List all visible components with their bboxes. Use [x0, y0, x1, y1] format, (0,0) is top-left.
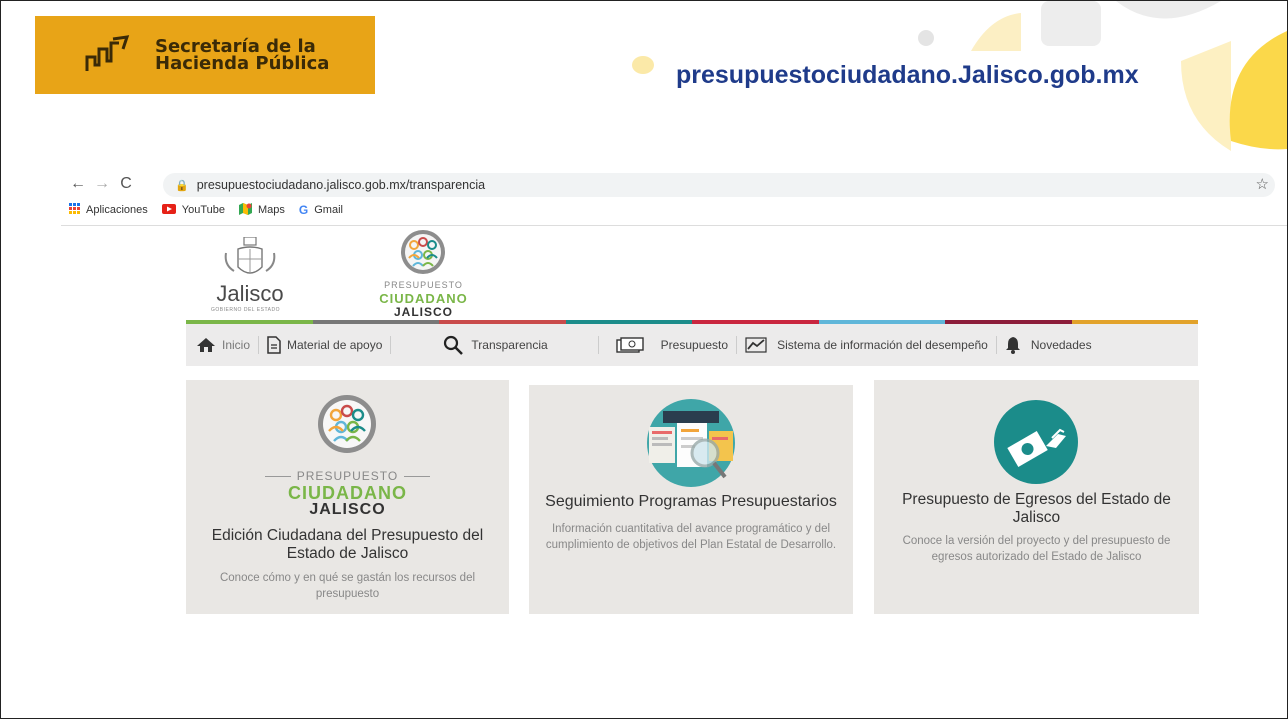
monitoring-dashboard-icon [647, 399, 735, 487]
bookmark-apps-label: Aplicaciones [86, 204, 148, 216]
presupuesto-ciudadano-logo[interactable]: PRESUPUESTO CIUDADANO JALISCO [356, 228, 491, 320]
menu-item-presupuesto-label: Presupuesto [660, 338, 729, 352]
jalisco-logo[interactable]: Jalisco GOBIERNO DEL ESTADO [203, 237, 293, 317]
menu-item-material-label: Material de apoyo [287, 338, 383, 352]
jalisco-logo-word: Jalisco [216, 281, 284, 306]
bookmark-maps-label: Maps [258, 204, 285, 216]
bookmark-youtube[interactable]: YouTube [161, 203, 225, 217]
menu-item-transparencia[interactable]: Transparencia [443, 324, 548, 366]
money-icon [615, 337, 644, 353]
lock-icon: 🔒 [175, 179, 189, 192]
google-icon: G [298, 203, 309, 217]
card-title: Seguimiento Programas Presupuestarios [545, 493, 837, 510]
menu-separator [736, 336, 738, 354]
jalisco-logo-sub: GOBIERNO DEL ESTADO [211, 307, 280, 313]
slide-frame: Secretaría de la Hacienda Pública presup… [0, 0, 1288, 719]
bookmark-gmail-label: Gmail [314, 204, 343, 216]
menu-item-transparencia-label: Transparencia [471, 338, 548, 352]
bell-icon [1005, 337, 1020, 354]
chrome-divider [61, 225, 1287, 226]
bookmark-apps[interactable]: Aplicaciones [69, 203, 148, 217]
pc-logo-line3: JALISCO [393, 305, 453, 319]
bookmark-youtube-label: YouTube [181, 204, 225, 216]
card-title: Presupuesto de Egresos del Estado de Jal… [902, 491, 1171, 526]
reload-icon[interactable]: C [114, 175, 138, 193]
bookmark-maps[interactable]: Maps [239, 202, 285, 218]
bookmarks-bar: Aplicaciones YouTube Maps G Gmail [69, 201, 357, 219]
card-description: Conoce cómo y en qué se gastán los recur… [219, 572, 476, 600]
card-edicion-ciudadana[interactable]: PRESUPUESTO CIUDADANO JALISCO Edición Ci… [186, 380, 509, 614]
address-text[interactable]: presupuestociudadano.jalisco.gob.mx/tran… [197, 178, 485, 192]
apps-grid-icon [69, 203, 80, 217]
menu-item-novedades-label: Novedades [1030, 338, 1092, 352]
money-hand-icon [994, 400, 1078, 484]
card-title: Edición Ciudadana del Presupuesto del Es… [211, 527, 484, 562]
card-egresos[interactable]: Presupuesto de Egresos del Estado de Jal… [874, 380, 1199, 614]
card-seguimiento[interactable]: Seguimiento Programas Presupuestarios In… [529, 385, 853, 614]
menu-separator [597, 336, 599, 354]
growth-chart-icon [85, 35, 130, 71]
site-url-heading: presupuestociudadano.Jalisco.gob.mx [676, 61, 1139, 89]
home-icon [197, 338, 215, 352]
people-circle-icon [318, 395, 376, 453]
menu-separator [258, 336, 260, 354]
main-menu: Inicio Material de apoyo Transparencia P… [186, 324, 1198, 366]
menu-item-sistema[interactable]: Sistema de información del desempeño [745, 324, 988, 366]
forward-arrow-icon[interactable]: → [90, 175, 114, 193]
bookmark-star-icon[interactable]: ☆ [1256, 175, 1269, 193]
card-logo-line1-text: PRESUPUESTO [296, 469, 399, 483]
address-bar[interactable]: 🔒 presupuestociudadano.jalisco.gob.mx/tr… [163, 173, 1275, 197]
document-icon [267, 336, 281, 354]
menu-item-sistema-label: Sistema de información del desempeño [777, 338, 988, 352]
menu-item-presupuesto[interactable]: Presupuesto [615, 324, 728, 366]
people-circle-icon [401, 230, 445, 274]
menu-item-inicio[interactable]: Inicio [196, 324, 250, 366]
card-description: Conoce la versión del proyecto y del pre… [902, 535, 1171, 563]
menu-separator [995, 336, 997, 354]
menu-item-material[interactable]: Material de apoyo [267, 324, 382, 366]
pc-logo-line1: PRESUPUESTO [384, 280, 463, 290]
back-arrow-icon[interactable]: ← [66, 175, 90, 193]
search-icon [444, 335, 464, 355]
hacienda-title-line2: Hacienda Pública [155, 53, 330, 74]
chart-icon [745, 337, 767, 353]
maps-icon [239, 202, 252, 218]
card-logo-line1: PRESUPUESTO [186, 469, 509, 483]
hacienda-title: Secretaría de la Hacienda Pública [155, 38, 330, 74]
youtube-icon [161, 203, 176, 217]
bookmark-gmail[interactable]: G Gmail [299, 203, 343, 217]
hacienda-badge: Secretaría de la Hacienda Pública [35, 16, 375, 94]
pc-logo-line2: CIUDADANO [379, 291, 468, 306]
jalisco-crest-icon [224, 237, 276, 274]
menu-separator [390, 336, 392, 354]
menu-item-inicio-label: Inicio [222, 338, 251, 352]
menu-item-novedades[interactable]: Novedades [1005, 324, 1092, 366]
card-logo-line3: JALISCO [309, 501, 386, 518]
card-description: Información cuantitativa del avance prog… [545, 523, 837, 551]
